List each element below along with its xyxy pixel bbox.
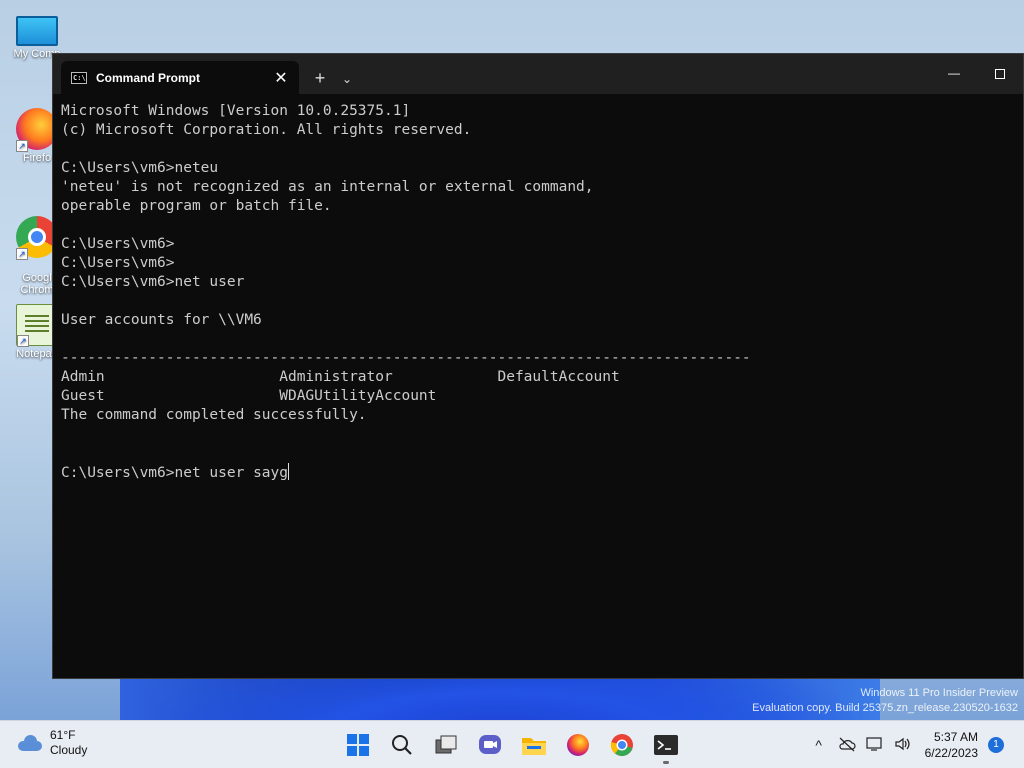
- clock[interactable]: 5:37 AM 6/22/2023: [925, 729, 978, 761]
- firefox-icon: [567, 734, 589, 756]
- clock-time: 5:37 AM: [933, 730, 978, 744]
- maximize-button[interactable]: [977, 54, 1023, 94]
- chevron-up-icon[interactable]: ^: [805, 737, 833, 753]
- weather-widget[interactable]: 61°F Cloudy: [16, 728, 87, 758]
- display-icon[interactable]: [861, 736, 889, 755]
- chrome-taskbar-button[interactable]: [600, 725, 644, 765]
- terminal-icon: [654, 735, 678, 755]
- title-bar[interactable]: C:\ Command Prompt ✕ + ⌄ —: [53, 54, 1023, 94]
- task-view-icon: [435, 735, 457, 754]
- task-view-button[interactable]: [424, 725, 468, 765]
- chat-button[interactable]: [468, 725, 512, 765]
- command-input-line[interactable]: C:\Users\vm6>net user sayg: [61, 463, 1015, 482]
- system-tray: ^ 5:37 AM 6/22/2023 1: [805, 721, 1024, 768]
- evaluation-watermark: Windows 11 Pro Insider Preview Evaluatio…: [752, 686, 1018, 716]
- firefox-taskbar-button[interactable]: [556, 725, 600, 765]
- console-line: operable program or batch file.: [61, 198, 332, 214]
- console-line: Microsoft Windows [Version 10.0.25375.1]: [61, 103, 411, 119]
- tab-command-prompt[interactable]: C:\ Command Prompt ✕: [61, 61, 299, 94]
- start-button[interactable]: [336, 725, 380, 765]
- network-disconnected-icon[interactable]: [833, 736, 861, 755]
- taskbar-apps: [336, 725, 688, 765]
- volume-icon[interactable]: [889, 736, 917, 755]
- weather-condition: Cloudy: [50, 743, 88, 757]
- shortcut-arrow-icon: ↗: [16, 140, 28, 152]
- cloud-icon: [16, 735, 42, 751]
- console-line: (c) Microsoft Corporation. All rights re…: [61, 122, 472, 138]
- chrome-icon: [610, 734, 633, 756]
- maximize-icon: [995, 69, 1005, 80]
- text-cursor: [288, 463, 289, 480]
- active-indicator: [663, 761, 669, 764]
- terminal-taskbar-button[interactable]: [644, 725, 688, 765]
- close-tab-button[interactable]: ✕: [271, 68, 291, 88]
- weather-temperature: 61°F: [50, 728, 76, 742]
- console-line: User accounts for \\VM6: [61, 312, 262, 328]
- taskbar: 61°F Cloudy ^ 5:37 AM 6/22/2023 1: [0, 720, 1024, 768]
- chat-icon: [479, 735, 501, 754]
- speaker-icon: [895, 737, 910, 750]
- shortcut-arrow-icon: ↗: [17, 335, 29, 347]
- chevron-down-icon[interactable]: ⌄: [335, 64, 359, 94]
- minimize-button[interactable]: —: [931, 54, 977, 94]
- console-output[interactable]: Microsoft Windows [Version 10.0.25375.1]…: [53, 94, 1023, 482]
- watermark-line-1: Windows 11 Pro Insider Preview: [860, 687, 1018, 699]
- cmd-icon: C:\: [71, 71, 87, 84]
- shortcut-arrow-icon: ↗: [16, 248, 28, 260]
- console-line: C:\Users\vm6>net user: [61, 274, 245, 290]
- computer-icon: [16, 16, 58, 46]
- console-line: 'neteu' is not recognized as an internal…: [61, 179, 594, 195]
- notification-badge[interactable]: 1: [988, 737, 1004, 753]
- terminal-window: C:\ Command Prompt ✕ + ⌄ — Microsoft Win…: [52, 53, 1024, 679]
- search-icon: [392, 735, 412, 755]
- console-line: Guest WDAGUtilityAccount: [61, 388, 437, 404]
- search-button[interactable]: [380, 725, 424, 765]
- monitor-icon: [866, 736, 882, 751]
- new-tab-button[interactable]: +: [305, 64, 335, 94]
- console-line: ----------------------------------------…: [61, 350, 751, 366]
- start-icon: [347, 734, 369, 756]
- watermark-line-2: Evaluation copy. Build 25375.zn_release.…: [752, 702, 1018, 714]
- prompt: C:\Users\vm6>: [61, 465, 175, 481]
- console-line: C:\Users\vm6>: [61, 236, 175, 252]
- clock-date: 6/22/2023: [924, 746, 978, 760]
- console-line: The command completed successfully.: [61, 407, 367, 423]
- console-line: Admin Administrator DefaultAccount: [61, 369, 620, 385]
- console-line: C:\Users\vm6>neteu: [61, 160, 219, 176]
- file-explorer-button[interactable]: [512, 725, 556, 765]
- cloud-off-icon: [838, 737, 856, 751]
- tab-title: Command Prompt: [96, 70, 201, 85]
- console-line: C:\Users\vm6>: [61, 255, 175, 271]
- command-input[interactable]: net user sayg: [175, 465, 289, 481]
- file-explorer-icon: [522, 738, 546, 755]
